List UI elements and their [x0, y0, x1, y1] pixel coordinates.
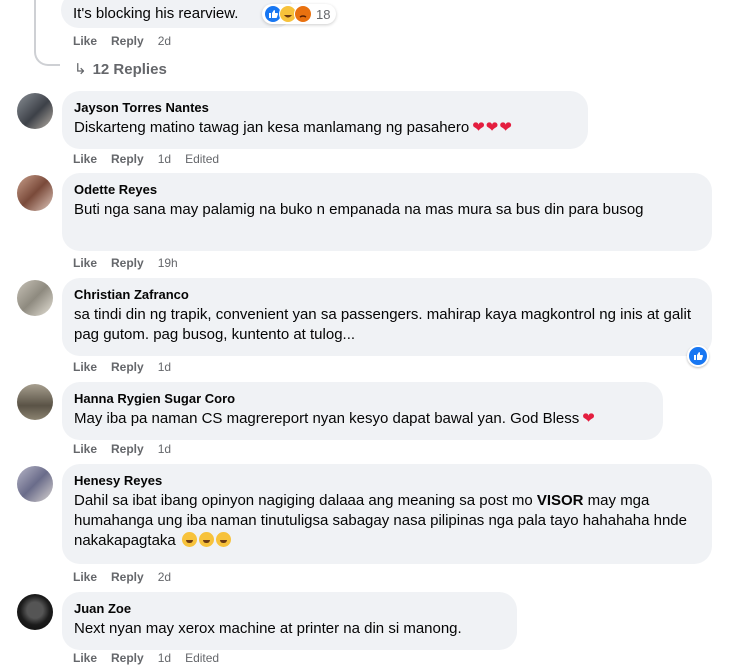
top-comment-text: It's blocking his rearview. [73, 5, 239, 22]
comment-actions: Like Reply 1d Edited [73, 650, 233, 666]
like-reaction-badge[interactable] [687, 345, 709, 367]
top-comment-reactions[interactable]: 18 [262, 4, 337, 24]
laughing-emoji-icon [181, 532, 197, 547]
comment-author[interactable]: Odette Reyes [74, 181, 700, 198]
timestamp[interactable]: 19h [158, 256, 178, 270]
timestamp[interactable]: 2d [158, 570, 171, 584]
comment-author[interactable]: Juan Zoe [74, 600, 505, 617]
comment-author[interactable]: Jayson Torres Nantes [74, 99, 576, 116]
bold-mention: VISOR [536, 492, 584, 509]
comment-actions: Like Reply 1d [73, 359, 185, 375]
like-button[interactable]: Like [73, 152, 97, 166]
comment-bubble: Hanna Rygien Sugar Coro May iba pa naman… [62, 382, 663, 440]
reply-button[interactable]: Reply [111, 360, 144, 374]
reply-button[interactable]: Reply [111, 651, 144, 665]
view-replies-link[interactable]: ↳ 12 Replies [74, 60, 167, 78]
angry-reaction-icon [294, 5, 312, 23]
heart-emoji-icon: ❤❤❤ [472, 119, 513, 136]
comment-bubble: Jayson Torres Nantes Diskarteng matino t… [62, 91, 588, 149]
comment-actions: Like Reply 2d [73, 569, 185, 585]
comment-text: sa tindi din ng trapik, convenient yan s… [74, 306, 692, 343]
comment-actions: Like Reply 19h [73, 255, 192, 271]
like-button[interactable]: Like [73, 256, 97, 270]
avatar[interactable] [17, 466, 53, 502]
comment-text: Diskarteng matino tawag jan kesa manlama… [74, 119, 513, 136]
like-button[interactable]: Like [73, 651, 97, 665]
thumbs-up-icon [694, 352, 703, 360]
timestamp[interactable]: 2d [158, 34, 171, 48]
reply-button[interactable]: Reply [111, 34, 144, 48]
comment-author[interactable]: Henesy Reyes [74, 472, 700, 489]
top-comment-bubble: It's blocking his rearview. [61, 0, 293, 28]
timestamp[interactable]: 1d [158, 360, 171, 374]
comment-text: May iba pa naman CS magrereport nyan kes… [74, 410, 596, 427]
reply-arrow-icon: ↳ [74, 61, 87, 78]
timestamp[interactable]: 1d [158, 442, 171, 456]
edited-label: Edited [185, 651, 220, 665]
comment-author[interactable]: Christian Zafranco [74, 286, 700, 303]
comment-text: Buti nga sana may palamig na buko n empa… [74, 201, 644, 218]
like-button[interactable]: Like [73, 570, 97, 584]
comment-actions: Like Reply 1d [73, 441, 185, 457]
thread-curve [34, 40, 60, 66]
like-button[interactable]: Like [73, 360, 97, 374]
timestamp[interactable]: 1d [158, 651, 171, 665]
rofl-emoji-icon [198, 532, 214, 547]
comment-bubble: Christian Zafranco sa tindi din ng trapi… [62, 278, 712, 356]
timestamp[interactable]: 1d [158, 152, 171, 166]
comment-bubble: Juan Zoe Next nyan may xerox machine at … [62, 592, 517, 650]
avatar[interactable] [17, 594, 53, 630]
avatar[interactable] [17, 384, 53, 420]
comment-bubble: Henesy Reyes Dahil sa ibat ibang opinyon… [62, 464, 712, 564]
avatar[interactable] [17, 93, 53, 129]
top-comment-actions: Like Reply 2d [73, 33, 185, 49]
like-button[interactable]: Like [73, 442, 97, 456]
laughing-emoji-icon [215, 532, 231, 547]
reaction-count: 18 [316, 6, 331, 22]
reply-button[interactable]: Reply [111, 442, 144, 456]
comment-author[interactable]: Hanna Rygien Sugar Coro [74, 390, 651, 407]
comment-actions: Like Reply 1d Edited [73, 151, 233, 167]
comment-text: Dahil sa ibat ibang opinyon nagiging dal… [74, 492, 687, 549]
edited-label: Edited [185, 152, 220, 166]
avatar[interactable] [17, 280, 53, 316]
avatar[interactable] [17, 175, 53, 211]
reply-button[interactable]: Reply [111, 256, 144, 270]
replies-label: 12 Replies [92, 61, 167, 78]
heart-emoji-icon: ❤ [582, 410, 596, 427]
comment-text: Next nyan may xerox machine at printer n… [74, 620, 462, 637]
reply-button[interactable]: Reply [111, 152, 144, 166]
comment-bubble: Odette Reyes Buti nga sana may palamig n… [62, 173, 712, 251]
reply-button[interactable]: Reply [111, 570, 144, 584]
like-button[interactable]: Like [73, 34, 97, 48]
